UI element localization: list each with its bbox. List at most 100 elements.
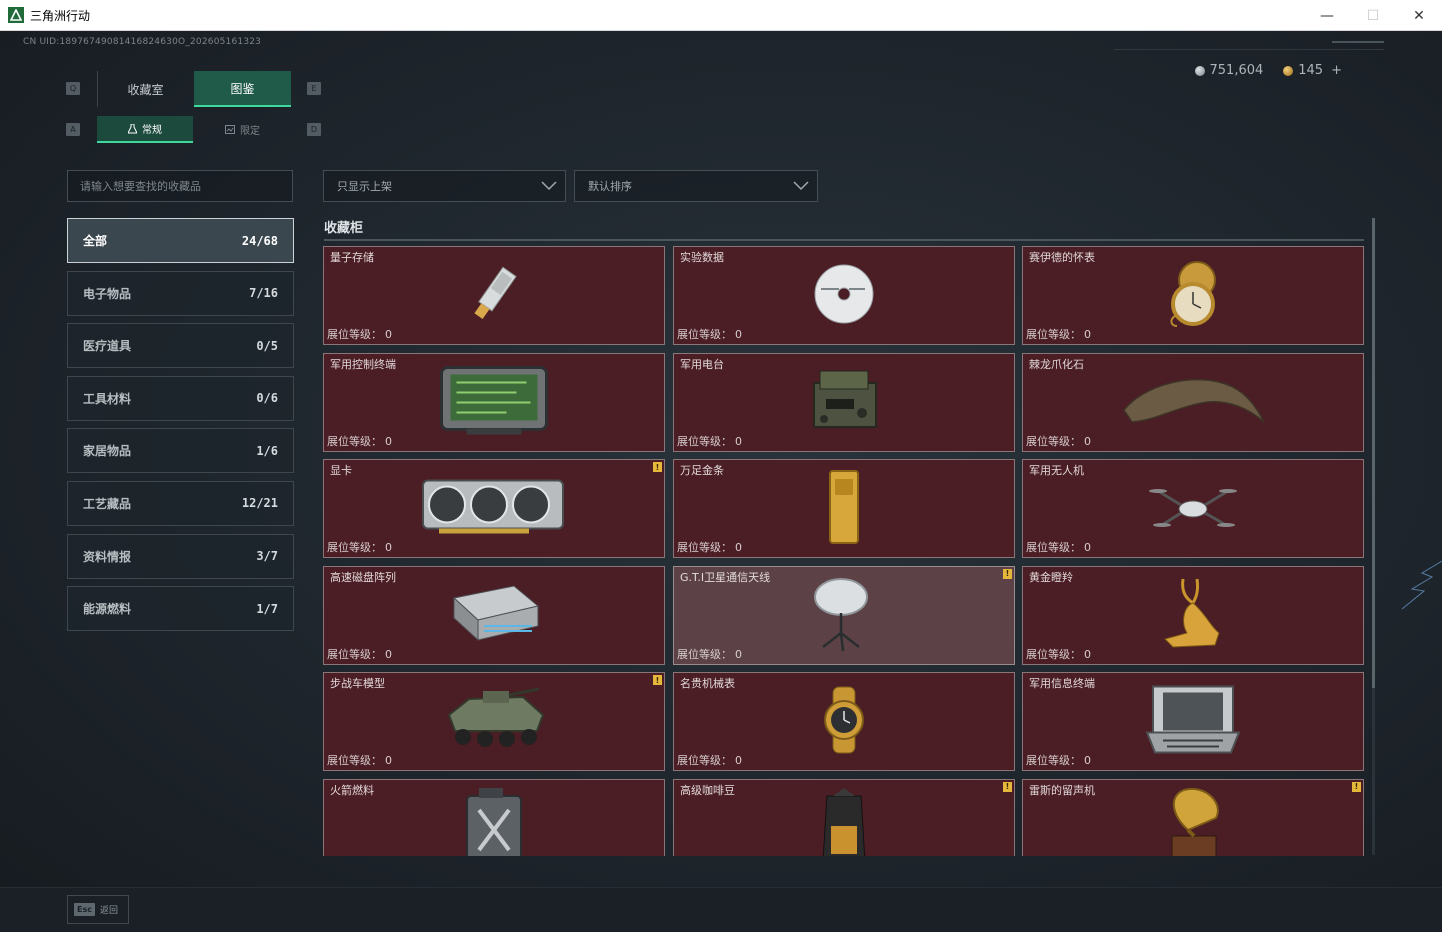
category-household[interactable]: 家居物品 1/6 (67, 428, 294, 474)
collection-card[interactable]: 军用无人机 展位等级： 0 (1022, 459, 1364, 558)
info-terminal-icon (1143, 682, 1243, 761)
gold-amount: 145 (1298, 63, 1324, 78)
card-name: 雷斯的留声机 (1029, 783, 1095, 797)
category-label: 电子物品 (83, 286, 132, 301)
card-level: 展位等级： 0 (327, 326, 392, 342)
collection-card[interactable]: 军用控制终端 展位等级： 0 (323, 352, 665, 452)
collection-card[interactable]: 赛伊德的怀表 展位等级： 0 (1022, 246, 1364, 345)
maximize-button[interactable]: ☐ (1350, 0, 1396, 31)
coffee-bag-icon (819, 786, 869, 856)
tab-catalog[interactable]: 图鉴 (194, 71, 291, 107)
ifv-model-icon (439, 685, 549, 759)
scrollbar-thumb[interactable] (1372, 218, 1375, 688)
subtab-limited-label: 限定 (240, 126, 260, 137)
collection-card[interactable]: 量子存储 展位等级： 0 (323, 246, 665, 345)
card-level: 展位等级： 0 (677, 539, 742, 555)
add-currency-button[interactable]: + (1331, 63, 1342, 78)
d-key-hint: D (307, 123, 321, 136)
card-name: 高速磁盘阵列 (330, 570, 396, 584)
subtab-limited[interactable]: 限定 (194, 116, 291, 143)
search-placeholder: 请输入想要查找的收藏品 (80, 180, 201, 193)
disc-icon (809, 259, 879, 333)
category-medical[interactable]: 医疗道具 0/5 (67, 323, 294, 369)
collection-card[interactable]: 高速磁盘阵列 展位等级： 0 (323, 565, 665, 665)
category-label: 全部 (83, 234, 108, 248)
card-level: 展位等级： 0 (327, 433, 392, 449)
sort-value: 默认排序 (588, 180, 632, 193)
level-value: 0 (385, 434, 392, 448)
gold-coin-icon (1283, 65, 1294, 76)
category-energy[interactable]: 能源燃料 1/7 (67, 586, 294, 632)
level-value: 0 (1084, 754, 1091, 767)
card-name: 赛伊德的怀表 (1029, 251, 1095, 264)
collection-card[interactable]: 名贵机械表 展位等级： 0 (673, 672, 1015, 771)
collection-card[interactable]: G.T.I卫星通信天线 展位等级： 0! (673, 565, 1015, 665)
level-value: 0 (385, 754, 392, 767)
gold-currency: 145 + (1283, 63, 1342, 78)
category-all[interactable]: 全部 24/68 (67, 218, 294, 263)
collection-card[interactable]: 实验数据 展位等级： 0 (673, 246, 1015, 345)
level-value: 0 (735, 328, 742, 341)
card-level: 展位等级： 0 (677, 752, 742, 768)
section-title: 收藏柜 (324, 221, 364, 236)
currency-bar: 751,604 145 + (1194, 63, 1342, 78)
flask-icon (128, 123, 137, 133)
wristwatch-icon (809, 685, 879, 759)
level-value: 0 (1084, 541, 1091, 554)
card-name: 军用无人机 (1029, 464, 1084, 477)
top-decoration (1332, 41, 1384, 43)
level-label: 展位等级： (1026, 754, 1081, 767)
collection-card[interactable]: 棘龙爪化石 展位等级： 0 (1022, 352, 1364, 452)
silver-amount: 751,604 (1209, 63, 1264, 78)
collection-card[interactable]: 黄金瞪羚 展位等级： 0 (1022, 565, 1364, 665)
collection-card[interactable]: 雷斯的留声机展位等级：0! (1022, 778, 1364, 856)
category-intel[interactable]: 资料情报 3/7 (67, 533, 294, 579)
category-tools[interactable]: 工具材料 0/6 (67, 375, 294, 421)
q-key-hint: Q (66, 82, 80, 95)
level-label: 展位等级： (327, 647, 382, 661)
card-name: 显卡 (330, 464, 352, 477)
category-label: 资料情报 (83, 549, 132, 564)
tab-collection-room[interactable]: 收藏室 (97, 71, 193, 107)
category-label: 医疗道具 (83, 339, 132, 354)
usb-drive-icon (459, 259, 529, 333)
limited-icon (225, 125, 235, 134)
shelf-filter-dropdown[interactable]: 只显示上架 (323, 170, 566, 202)
lightning-decoration (1401, 560, 1442, 610)
collection-card[interactable]: 军用电台 展位等级： 0 (673, 352, 1015, 452)
search-input[interactable]: 请输入想要查找的收藏品 (67, 170, 293, 202)
user-uid: CN UID:18976749081416824630O_20260516132… (23, 37, 262, 47)
back-button[interactable]: Esc 返回 (67, 895, 129, 924)
category-crafts[interactable]: 工艺藏品 12/21 (67, 480, 294, 526)
collection-card[interactable]: 万足金条 展位等级： 0 (673, 459, 1015, 558)
shelf-filter-value: 只显示上架 (337, 180, 392, 193)
drone-icon (1148, 477, 1238, 541)
fuel-canister-icon (459, 786, 529, 856)
close-button[interactable]: ✕ (1396, 0, 1442, 31)
level-label: 展位等级： (1026, 647, 1081, 661)
collection-card[interactable]: 步战车模型 展位等级： 0! (323, 672, 665, 771)
card-level: 展位等级： 0 (677, 326, 742, 342)
collection-card[interactable]: 显卡 展位等级： 0! (323, 459, 665, 558)
collection-card[interactable]: 军用信息终端 展位等级： 0 (1022, 672, 1364, 771)
card-name: 黄金瞪羚 (1029, 570, 1073, 584)
satellite-dish-icon (809, 573, 879, 657)
card-name: 高级咖啡豆 (680, 783, 735, 797)
back-label: 返回 (99, 906, 118, 916)
card-name: 军用控制终端 (330, 357, 396, 371)
level-value: 0 (1084, 328, 1091, 341)
category-count: 1/7 (256, 601, 278, 616)
collection-card[interactable]: 火箭燃料展位等级：0 (323, 778, 665, 856)
minimize-button[interactable]: — (1304, 0, 1350, 31)
esc-key-hint: Esc (74, 903, 95, 916)
bottom-bar (0, 887, 1442, 932)
collection-card[interactable]: 高级咖啡豆展位等级：0! (673, 778, 1015, 856)
sort-dropdown[interactable]: 默认排序 (574, 170, 818, 202)
new-badge-icon: ! (1003, 568, 1012, 579)
app-logo-icon (8, 7, 24, 23)
category-electronics[interactable]: 电子物品 7/16 (67, 270, 294, 316)
category-count: 3/7 (256, 549, 278, 564)
card-level: 展位等级： 0 (1026, 752, 1091, 768)
category-label: 家居物品 (83, 444, 132, 459)
subtab-normal[interactable]: 常规 (97, 116, 193, 143)
